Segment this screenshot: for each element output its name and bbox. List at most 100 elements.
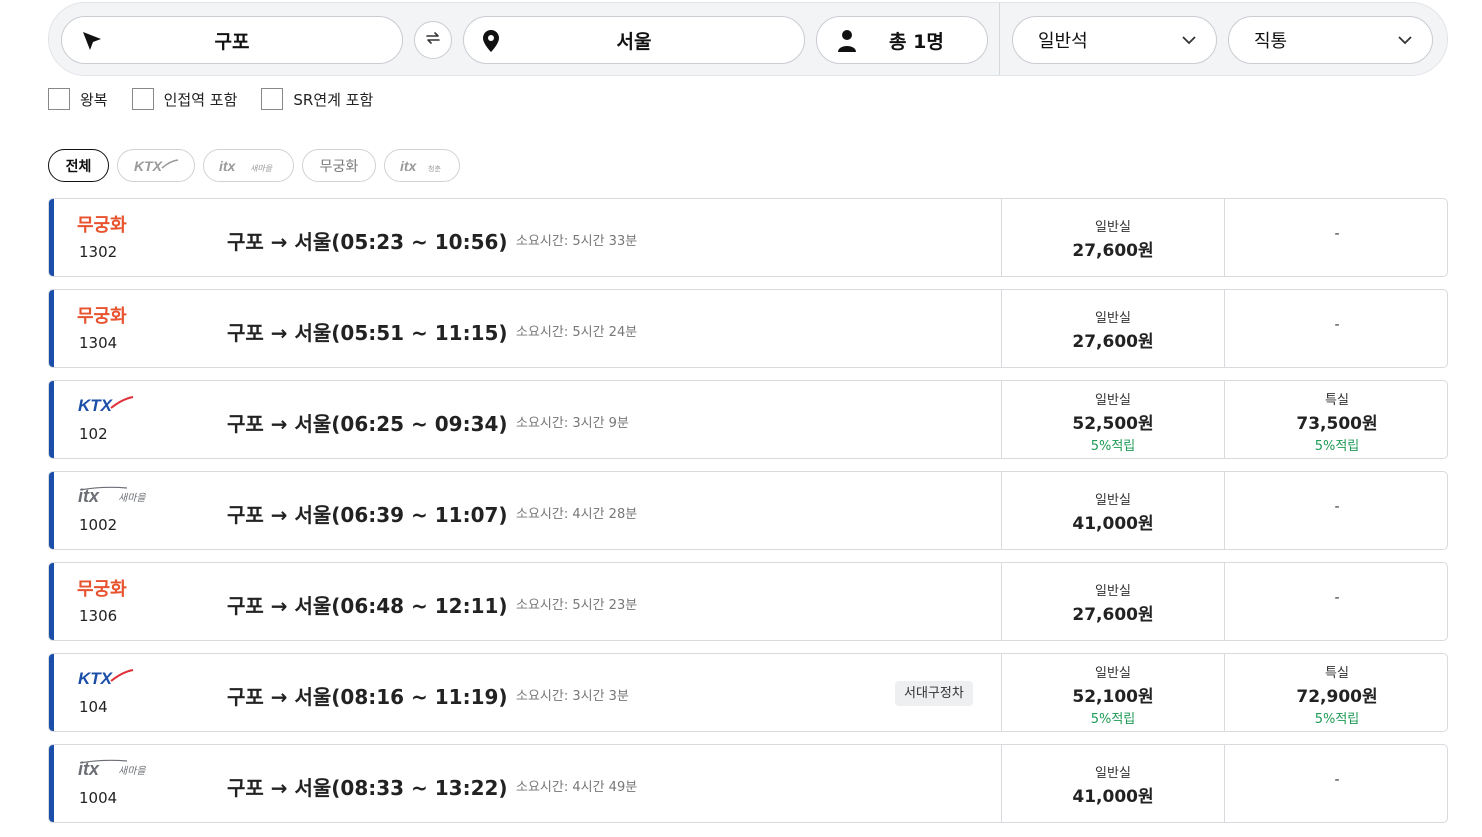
search-options: 왕복 인접역 포함 SR연계 포함 — [48, 88, 397, 110]
standard-fare-cell[interactable]: 일반실 27,600원 — [1001, 199, 1224, 276]
points-badge: 5%적립 — [1090, 712, 1136, 727]
first-class-fare-cell: - — [1224, 199, 1447, 276]
train-row[interactable]: KTX 102 구포 → 서울(06:25 ~ 09:34) 소요시간: 3시간… — [48, 380, 1448, 459]
trip-duration: 소요시간: 4시간 49분 — [516, 780, 638, 795]
fare-class: 일반실 — [1095, 493, 1131, 508]
stop-note-badge: 서대구정차 — [895, 681, 973, 706]
first-class-fare-cell[interactable]: 특실 72,900원 5%적립 — [1224, 654, 1447, 731]
itx-cheongchun-logo: itx 청춘 — [400, 158, 441, 174]
standard-fare-cell[interactable]: 일반실 52,100원 5%적립 — [1001, 654, 1224, 731]
row-accent-bar — [49, 381, 54, 458]
ktx-logo: KTX — [77, 668, 135, 692]
train-row[interactable]: 무궁화 1306 구포 → 서울(06:48 ~ 12:11) 소요시간: 5시… — [48, 562, 1448, 641]
fare-price: 41,000원 — [1072, 787, 1154, 807]
train-row[interactable]: 무궁화 1304 구포 → 서울(05:51 ~ 11:15) 소요시간: 5시… — [48, 289, 1448, 368]
adjacent-station-checkbox[interactable]: 인접역 포함 — [131, 88, 238, 110]
points-badge: 5%적립 — [1090, 439, 1136, 454]
destination-field[interactable]: 서울 — [463, 16, 805, 64]
train-row[interactable]: KTX 104 구포 → 서울(08:16 ~ 11:19) 소요시간: 3시간… — [48, 653, 1448, 732]
itx-saemaeul-logo: itx 새마을 — [77, 759, 155, 783]
row-accent-bar — [49, 472, 54, 549]
first-class-fare-cell: - — [1224, 745, 1447, 822]
first-class-fare-cell: - — [1224, 472, 1447, 549]
train-number: 104 — [79, 698, 108, 716]
row-accent-bar — [49, 563, 54, 640]
trip-duration: 소요시간: 5시간 23분 — [516, 598, 638, 613]
unavailable-dash: - — [1334, 317, 1340, 333]
fare-class: 일반실 — [1095, 584, 1131, 599]
train-row[interactable]: 무궁화 1302 구포 → 서울(05:23 ~ 10:56) 소요시간: 5시… — [48, 198, 1448, 277]
svg-text:청춘: 청춘 — [428, 164, 441, 173]
points-badge: 5%적립 — [1314, 439, 1360, 454]
svg-text:새마을: 새마을 — [250, 164, 273, 173]
fare-price: 27,600원 — [1072, 241, 1154, 261]
standard-fare-cell[interactable]: 일반실 27,600원 — [1001, 563, 1224, 640]
trip-schedule: 구포 → 서울(08:16 ~ 11:19) — [227, 685, 508, 709]
fare-class: 일반실 — [1095, 220, 1131, 235]
fare-class: 일반실 — [1095, 311, 1131, 326]
row-accent-bar — [49, 199, 54, 276]
checkbox-label: SR연계 포함 — [293, 90, 374, 109]
svg-text:새마을: 새마을 — [118, 765, 146, 777]
fare-price: 73,500원 — [1296, 414, 1378, 434]
filter-itx-saemaeul[interactable]: itx 새마을 — [203, 149, 294, 182]
first-class-fare-cell: - — [1224, 290, 1447, 367]
filter-all[interactable]: 전체 — [48, 149, 109, 182]
svg-text:KTX: KTX — [78, 396, 114, 415]
filter-ktx[interactable]: KTX — [117, 149, 195, 182]
seat-type-select[interactable]: 일반석 — [1012, 16, 1217, 64]
seat-type-value: 일반석 — [1038, 31, 1088, 52]
svg-text:itx: itx — [400, 158, 418, 174]
svg-text:itx: itx — [219, 158, 237, 174]
first-class-fare-cell[interactable]: 특실 73,500원 5%적립 — [1224, 381, 1447, 458]
trip-schedule: 구포 → 서울(06:39 ~ 11:07) — [227, 503, 508, 527]
itx-saemaeul-logo: itx 새마을 — [77, 486, 155, 510]
divider — [999, 3, 1000, 75]
train-brand: 무궁화 — [77, 215, 127, 236]
standard-fare-cell[interactable]: 일반실 52,500원 5%적립 — [1001, 381, 1224, 458]
checkbox-box[interactable] — [131, 88, 154, 110]
train-row[interactable]: itx 새마을 1002 구포 → 서울(06:39 ~ 11:07) 소요시간… — [48, 471, 1448, 550]
round-trip-checkbox[interactable]: 왕복 — [48, 88, 108, 110]
standard-fare-cell[interactable]: 일반실 27,600원 — [1001, 290, 1224, 367]
checkbox-label: 인접역 포함 — [163, 90, 238, 109]
row-accent-bar — [49, 290, 54, 367]
trip-schedule: 구포 → 서울(08:33 ~ 13:22) — [227, 776, 508, 800]
filter-itx-cheongchun[interactable]: itx 청춘 — [384, 149, 460, 182]
ktx-logo: KTX — [134, 158, 179, 174]
fare-class: 일반실 — [1095, 766, 1131, 781]
train-brand: 무궁화 — [77, 306, 127, 327]
fare-price: 41,000원 — [1072, 514, 1154, 534]
swap-icon — [423, 28, 443, 52]
standard-fare-cell[interactable]: 일반실 41,000원 — [1001, 745, 1224, 822]
origin-field[interactable]: 구포 — [61, 16, 403, 64]
train-number: 102 — [79, 425, 108, 443]
passenger-selector[interactable]: 총 1명 — [816, 16, 988, 64]
person-icon — [837, 29, 857, 57]
train-brand: 무궁화 — [77, 579, 127, 600]
checkbox-box[interactable] — [48, 88, 70, 110]
fare-class: 일반실 — [1095, 393, 1131, 408]
trip-schedule: 구포 → 서울(06:48 ~ 12:11) — [227, 594, 508, 618]
train-type-filters: 전체 KTX itx 새마을 무궁화 itx 청춘 — [48, 149, 468, 182]
unavailable-dash: - — [1334, 226, 1340, 242]
filter-mugunghwa[interactable]: 무궁화 — [302, 149, 376, 182]
swap-stations-button[interactable] — [414, 21, 452, 59]
sr-connection-checkbox[interactable]: SR연계 포함 — [261, 88, 373, 110]
ktx-logo: KTX — [77, 395, 135, 419]
unavailable-dash: - — [1334, 499, 1340, 515]
route-type-select[interactable]: 직통 — [1228, 16, 1433, 64]
row-accent-bar — [49, 745, 54, 822]
svg-text:새마을: 새마을 — [118, 492, 146, 504]
trip-duration: 소요시간: 4시간 28분 — [516, 507, 638, 522]
train-number: 1306 — [79, 607, 118, 625]
fare-class: 일반실 — [1095, 666, 1131, 681]
train-row[interactable]: itx 새마을 1004 구포 → 서울(08:33 ~ 13:22) 소요시간… — [48, 744, 1448, 823]
unavailable-dash: - — [1334, 772, 1340, 788]
standard-fare-cell[interactable]: 일반실 41,000원 — [1001, 472, 1224, 549]
checkbox-box[interactable] — [261, 88, 284, 110]
fare-price: 52,500원 — [1072, 414, 1154, 434]
row-accent-bar — [49, 654, 54, 731]
fare-class: 특실 — [1325, 666, 1349, 681]
points-badge: 5%적립 — [1314, 712, 1360, 727]
